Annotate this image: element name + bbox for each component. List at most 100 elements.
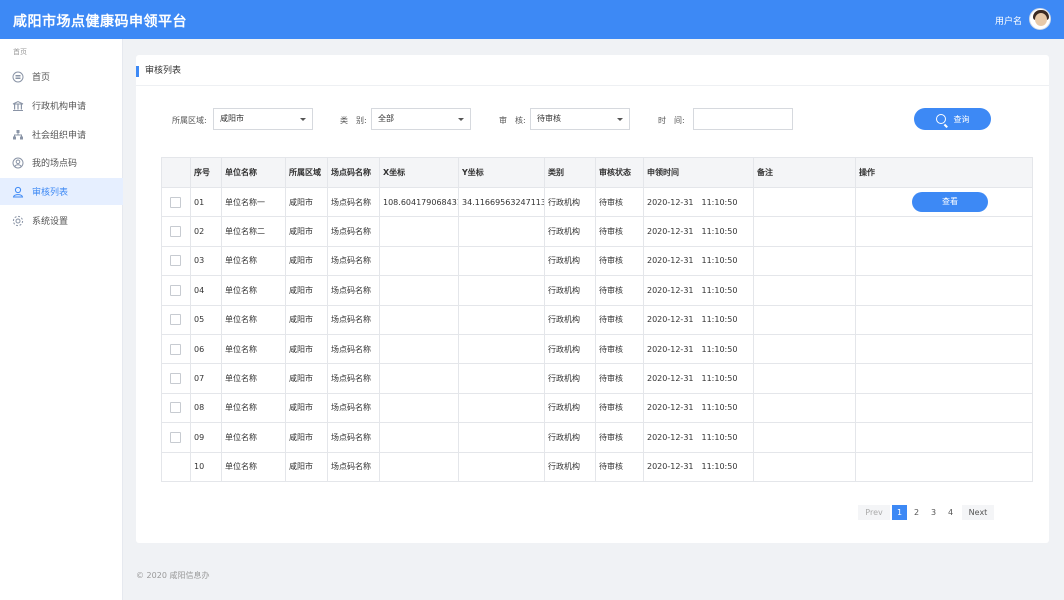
cell-region: 咸阳市 — [285, 392, 328, 424]
cell-category: 行政机构 — [544, 275, 596, 306]
user-name[interactable]: 用户名 — [995, 14, 1022, 27]
action-cell — [855, 451, 1033, 482]
pagination: Prev 1 2 3 4 Next — [858, 505, 996, 520]
row-checkbox[interactable] — [170, 226, 181, 238]
column-header: 单位名称 — [221, 157, 286, 188]
sidebar-item-review-list[interactable]: 审核列表 — [0, 178, 123, 205]
cell-category: 行政机构 — [544, 186, 596, 218]
sidebar-item-org-apply[interactable]: 社会组织申请 — [0, 121, 123, 148]
view-button[interactable]: 查看 — [912, 192, 988, 213]
row-checkbox[interactable] — [170, 255, 181, 267]
row-checkbox[interactable] — [170, 314, 181, 326]
cell-note — [753, 451, 856, 482]
cell-apply-time: 2020-12-31 11:10:50 — [643, 451, 754, 482]
cell-unit-name: 单位名称一 — [221, 186, 286, 218]
row-checkbox[interactable] — [170, 373, 181, 385]
cell-unit-name: 单位名称 — [221, 275, 286, 306]
category-select-value: 全部 — [378, 114, 394, 123]
cell-code-name: 场点码名称 — [327, 245, 380, 277]
cell-x-coord — [379, 422, 459, 453]
table-row: 08 单位名称 咸阳市 场点码名称 行政机构 待审核 2020-12-31 11:10:50 — [161, 392, 1033, 424]
cell-category: 行政机构 — [544, 216, 596, 247]
sidebar-item-label: 系统设置 — [32, 217, 69, 227]
cell-x-coord — [379, 275, 459, 306]
page-button-2[interactable]: 2 — [909, 505, 924, 520]
app-title: 咸阳市场点健康码申领平台 — [13, 14, 187, 30]
avatar-face — [1035, 13, 1047, 26]
cell-code-name: 场点码名称 — [327, 275, 380, 306]
review-select[interactable]: 待审核 — [530, 108, 630, 130]
cell-apply-time: 2020-12-31 11:10:50 — [643, 245, 754, 277]
cell-status: 待审核 — [595, 392, 644, 424]
cell-note — [753, 392, 856, 424]
cell-category: 行政机构 — [544, 333, 596, 365]
checkbox-cell — [161, 245, 191, 277]
cell-region: 咸阳市 — [285, 304, 328, 335]
column-header: 操作 — [855, 157, 1033, 188]
time-input[interactable] — [693, 108, 793, 130]
cell-y-coord — [458, 304, 545, 335]
region-select[interactable]: 咸阳市 — [213, 108, 313, 130]
checkbox-cell — [161, 363, 191, 394]
cell-apply-time: 2020-12-31 11:10:50 — [643, 363, 754, 394]
cell-code-name: 场点码名称 — [327, 216, 380, 247]
cell-no: 07 — [190, 363, 222, 394]
page-button-1[interactable]: 1 — [892, 505, 907, 520]
cell-apply-time: 2020-12-31 11:10:50 — [643, 186, 754, 218]
review-table: 序号 单位名称 所属区域 场点码名称 X坐标 Y坐标 类别 审核状态 申领时间 … — [161, 157, 1033, 482]
cell-category: 行政机构 — [544, 245, 596, 277]
cell-no: 03 — [190, 245, 222, 277]
cell-x-coord — [379, 304, 459, 335]
prev-page-button[interactable]: Prev — [858, 505, 890, 520]
org-icon — [12, 129, 24, 141]
cell-unit-name: 单位名称 — [221, 451, 286, 482]
cell-no: 02 — [190, 216, 222, 247]
cell-no: 05 — [190, 304, 222, 335]
cell-unit-name: 单位名称二 — [221, 216, 286, 247]
sidebar-item-my-code[interactable]: 我的场点码 — [0, 149, 123, 176]
cell-region: 咸阳市 — [285, 245, 328, 277]
column-header: 申领时间 — [643, 157, 754, 188]
row-checkbox[interactable] — [170, 402, 181, 414]
cell-x-coord — [379, 392, 459, 424]
cell-category: 行政机构 — [544, 304, 596, 335]
header-checkbox-cell — [161, 157, 191, 188]
category-select[interactable]: 全部 — [371, 108, 471, 130]
page-button-3[interactable]: 3 — [926, 505, 941, 520]
row-checkbox[interactable] — [170, 284, 181, 296]
row-checkbox[interactable] — [170, 343, 181, 355]
cell-region: 咸阳市 — [285, 216, 328, 247]
cell-region: 咸阳市 — [285, 186, 328, 218]
next-page-button[interactable]: Next — [962, 505, 994, 520]
action-cell — [855, 333, 1033, 365]
cell-status: 待审核 — [595, 304, 644, 335]
sidebar-item-label: 审核列表 — [32, 188, 69, 198]
cell-code-name: 场点码名称 — [327, 392, 380, 424]
user-avatar[interactable] — [1029, 8, 1051, 30]
cell-note — [753, 304, 856, 335]
cell-no: 06 — [190, 333, 222, 365]
table-row: 07 单位名称 咸阳市 场点码名称 行政机构 待审核 2020-12-31 11:10:50 — [161, 363, 1033, 394]
sidebar-item-gov-apply[interactable]: 行政机构申请 — [0, 92, 123, 119]
query-button[interactable]: 查询 — [914, 108, 991, 130]
footer-copyright: © 2020 咸阳信息办 — [136, 571, 210, 580]
top-bar: 咸阳市场点健康码申领平台 用户名 — [0, 0, 1064, 39]
sidebar-item-home[interactable]: 首页 — [0, 63, 123, 90]
cell-region: 咸阳市 — [285, 363, 328, 394]
column-header: Y坐标 — [458, 157, 545, 188]
row-checkbox[interactable] — [170, 196, 181, 208]
page-button-4[interactable]: 4 — [943, 505, 958, 520]
cell-status: 待审核 — [595, 186, 644, 218]
cell-region: 咸阳市 — [285, 333, 328, 365]
cell-note — [753, 275, 856, 306]
cell-unit-name: 单位名称 — [221, 333, 286, 365]
sidebar-item-settings[interactable]: 系统设置 — [0, 207, 123, 234]
sidebar-item-label: 行政机构申请 — [32, 102, 87, 112]
cell-note — [753, 245, 856, 277]
row-checkbox[interactable] — [170, 431, 181, 443]
cell-region: 咸阳市 — [285, 422, 328, 453]
cell-x-coord — [379, 216, 459, 247]
checkbox-cell — [161, 275, 191, 306]
cell-apply-time: 2020-12-31 11:10:50 — [643, 392, 754, 424]
cell-y-coord — [458, 275, 545, 306]
